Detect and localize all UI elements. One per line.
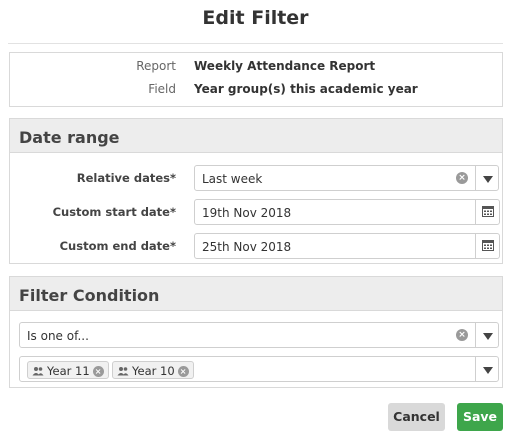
- date-range-heading: Date range: [10, 119, 502, 153]
- custom-start-date-input[interactable]: 19th Nov 2018: [194, 199, 500, 225]
- chevron-down-icon: [483, 333, 493, 340]
- tag-label: Year 11: [47, 364, 90, 378]
- field-label: Field: [148, 82, 176, 96]
- calendar-icon[interactable]: [475, 233, 499, 259]
- operator-dropdown-toggle[interactable]: [475, 322, 499, 348]
- clear-icon[interactable]: ×: [456, 329, 468, 341]
- relative-dates-label: Relative dates*: [76, 171, 176, 185]
- report-row: Report Weekly Attendance Report: [10, 59, 502, 79]
- date-range-panel: Date range Relative dates* Last week × C…: [9, 118, 503, 264]
- relative-dates-value: Last week: [202, 172, 263, 186]
- save-button[interactable]: Save: [457, 403, 503, 431]
- tag-year-11[interactable]: Year 11 ×: [27, 361, 109, 379]
- report-label: Report: [136, 59, 176, 73]
- filter-condition-panel: Filter Condition Is one of... × Year 11 ×…: [9, 276, 503, 388]
- custom-end-date-row: Custom end date* 25th Nov 2018: [10, 233, 502, 259]
- values-row: Year 11 × Year 10 ×: [10, 356, 502, 382]
- relative-dates-select[interactable]: Last week ×: [194, 165, 476, 191]
- operator-value: Is one of...: [27, 329, 89, 343]
- people-icon: [117, 367, 129, 376]
- divider: [8, 43, 503, 44]
- custom-start-date-row: Custom start date* 19th Nov 2018: [10, 199, 502, 225]
- tag-label: Year 10: [132, 364, 175, 378]
- remove-tag-icon[interactable]: ×: [177, 366, 189, 377]
- field-value: Year group(s) this academic year: [194, 82, 418, 96]
- clear-icon[interactable]: ×: [456, 172, 468, 184]
- custom-end-date-value: 25th Nov 2018: [202, 240, 292, 254]
- dialog-title: Edit Filter: [202, 7, 309, 29]
- custom-start-date-value: 19th Nov 2018: [202, 206, 292, 220]
- values-dropdown-toggle[interactable]: [475, 356, 499, 382]
- chevron-down-icon: [483, 367, 493, 374]
- relative-dates-dropdown-toggle[interactable]: [475, 165, 499, 191]
- filter-condition-heading: Filter Condition: [10, 277, 502, 311]
- cancel-button[interactable]: Cancel: [388, 403, 445, 431]
- chevron-down-icon: [483, 176, 493, 183]
- calendar-icon[interactable]: [475, 199, 499, 225]
- report-info-panel: Report Weekly Attendance Report Field Ye…: [9, 52, 503, 107]
- people-icon: [32, 367, 44, 376]
- custom-end-date-input[interactable]: 25th Nov 2018: [194, 233, 500, 259]
- relative-dates-row: Relative dates* Last week ×: [10, 165, 502, 191]
- operator-select[interactable]: Is one of... ×: [19, 322, 476, 348]
- remove-tag-icon[interactable]: ×: [92, 366, 104, 377]
- custom-end-date-label: Custom end date*: [59, 239, 176, 253]
- field-row: Field Year group(s) this academic year: [10, 82, 502, 102]
- tag-year-10[interactable]: Year 10 ×: [112, 361, 194, 379]
- values-multiselect[interactable]: Year 11 × Year 10 ×: [19, 356, 476, 382]
- custom-start-date-label: Custom start date*: [52, 205, 176, 219]
- report-value: Weekly Attendance Report: [194, 59, 376, 73]
- operator-row: Is one of... ×: [10, 322, 502, 348]
